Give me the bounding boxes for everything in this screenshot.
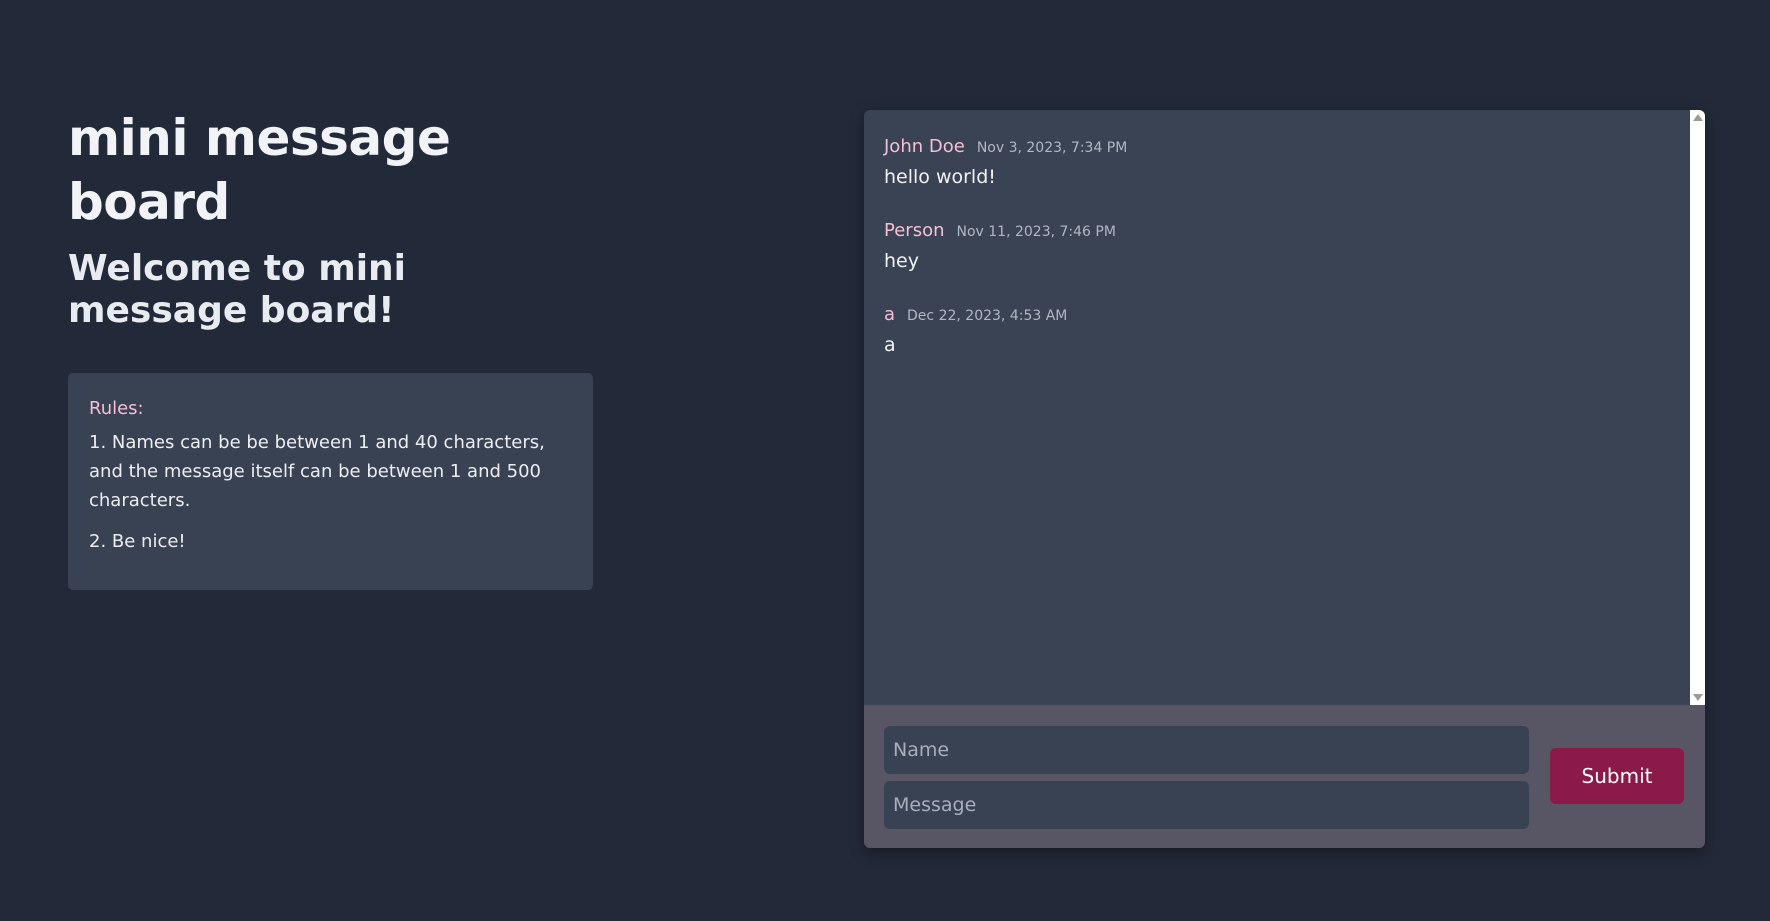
message-item: a Dec 22, 2023, 4:53 AM a [884,304,1685,357]
rule-item: 2. Be nice! [89,531,186,552]
message-timestamp: Dec 22, 2023, 4:53 AM [907,308,1068,324]
message-header: Person Nov 11, 2023, 7:46 PM [884,220,1685,242]
message-author: Person [884,220,945,241]
rule-item: 1. Names can be be between 1 and 40 char… [89,432,545,511]
welcome-heading: Welcome to mini message board! [68,248,407,331]
rules-panel: Rules: 1. Names can be be between 1 and … [68,373,593,590]
message-form: Submit [864,705,1705,848]
scroll-up-icon[interactable] [1693,114,1703,121]
scroll-down-icon[interactable] [1693,694,1703,701]
message-list-scrollbar[interactable] [1690,110,1705,705]
message-text: hello world! [884,166,996,188]
message-input[interactable] [884,781,1529,829]
rules-title: Rules: [89,398,144,419]
submit-button[interactable]: Submit [1550,748,1684,804]
message-text: a [884,334,896,356]
message-header: a Dec 22, 2023, 4:53 AM [884,304,1685,326]
message-author: John Doe [884,136,965,157]
message-board: John Doe Nov 3, 2023, 7:34 PM hello worl… [864,110,1705,848]
message-item: Person Nov 11, 2023, 7:46 PM hey [884,220,1685,273]
message-header: John Doe Nov 3, 2023, 7:34 PM [884,136,1685,158]
intro-column: mini message board Welcome to mini messa… [68,106,594,590]
page: mini message board Welcome to mini messa… [0,0,1770,921]
message-timestamp: Nov 3, 2023, 7:34 PM [976,140,1128,156]
page-title: mini message board [68,109,451,231]
message-list: John Doe Nov 3, 2023, 7:34 PM hello worl… [864,110,1705,705]
message-timestamp: Nov 11, 2023, 7:46 PM [956,224,1116,240]
message-item: John Doe Nov 3, 2023, 7:34 PM hello worl… [884,136,1685,189]
name-input[interactable] [884,726,1529,774]
message-author: a [884,304,896,325]
message-text: hey [884,250,919,272]
